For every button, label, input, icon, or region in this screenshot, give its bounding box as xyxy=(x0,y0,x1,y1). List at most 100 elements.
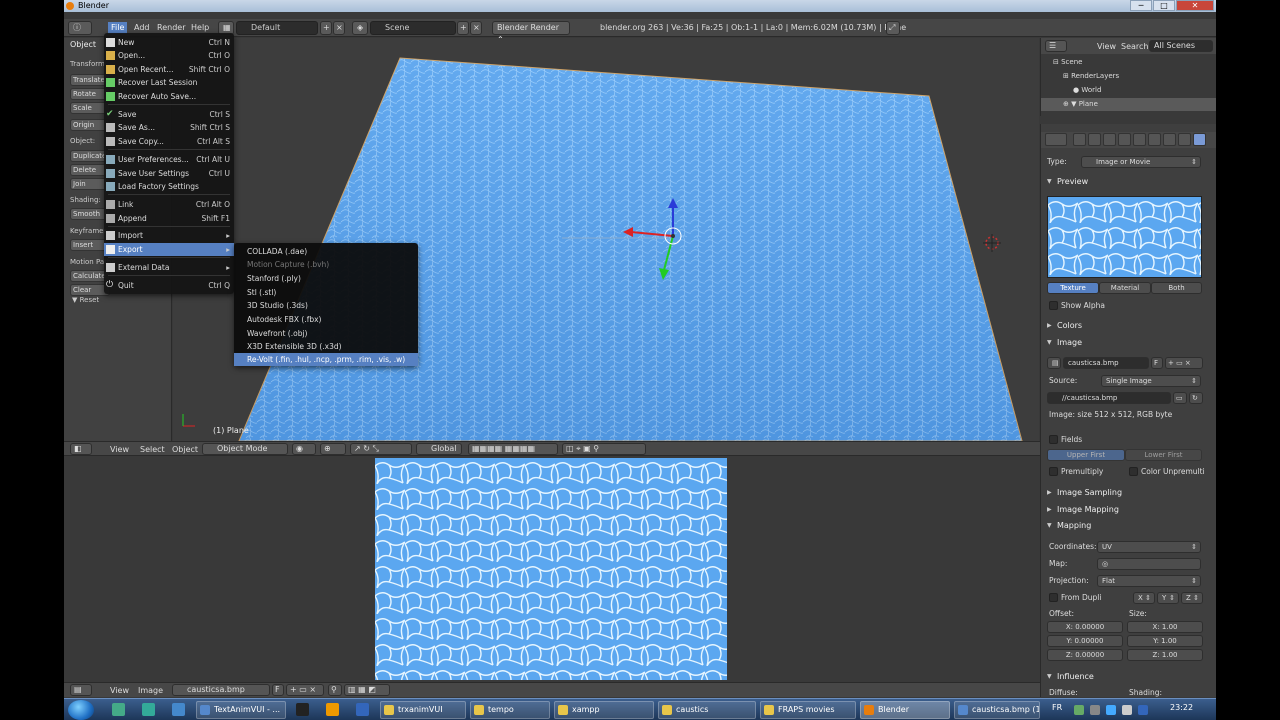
menu-import[interactable]: Import ▸ xyxy=(104,229,234,242)
view3d-editor-type-button[interactable]: ◧ xyxy=(70,443,92,455)
menu-save-user-settings[interactable]: Save User Settings Ctrl U xyxy=(104,167,234,180)
image-mapping-panel-header[interactable]: Image Mapping xyxy=(1047,504,1119,516)
export-collada[interactable]: COLLADA (.dae) xyxy=(234,245,418,258)
from-dupli-checkbox[interactable] xyxy=(1049,593,1058,602)
task-xampp[interactable]: xampp xyxy=(554,701,654,719)
coordinates-dropdown[interactable]: UV xyxy=(1097,541,1201,553)
menu-new[interactable]: New Ctrl N xyxy=(104,36,234,49)
object-mode-dropdown[interactable]: Object Mode xyxy=(202,443,288,455)
outliner-menu-search[interactable]: Search xyxy=(1121,41,1148,52)
props-editor-type-button[interactable] xyxy=(1045,133,1067,146)
source-dropdown[interactable]: Single Image xyxy=(1101,375,1201,387)
filepath-field[interactable]: //causticsa.bmp xyxy=(1047,392,1171,404)
quicklaunch-icon[interactable] xyxy=(172,703,185,716)
task-textanimvui[interactable]: TextAnimVUI - ... xyxy=(196,701,286,719)
quicklaunch-icon[interactable] xyxy=(326,703,339,716)
image-name-field[interactable]: causticsa.bmp xyxy=(172,684,270,696)
tray-icon[interactable] xyxy=(1074,705,1084,715)
quicklaunch-icon[interactable] xyxy=(112,703,125,716)
preview-panel-header[interactable]: Preview xyxy=(1047,176,1088,188)
x-axis-dropdown[interactable]: X xyxy=(1133,592,1155,604)
reload-icon[interactable]: ↻ xyxy=(1189,392,1203,404)
quicklaunch-icon[interactable] xyxy=(142,703,155,716)
menu-export[interactable]: Export ▸ xyxy=(104,243,234,256)
menu-recover-auto-save[interactable]: Recover Auto Save... xyxy=(104,90,234,103)
menu-save-copy[interactable]: Save Copy... Ctrl Alt S xyxy=(104,135,234,148)
view3d-menu-select[interactable]: Select xyxy=(140,444,165,455)
task-fraps-movies[interactable]: FRAPS movies xyxy=(760,701,856,719)
export-3ds[interactable]: 3D Studio (.3ds) xyxy=(234,299,418,312)
scene-icon[interactable]: ◈ xyxy=(352,21,368,35)
image-add-buttons[interactable]: + ▭ × xyxy=(286,684,324,696)
image-browse-button[interactable]: ▤ xyxy=(1047,357,1061,369)
outliner-row-scene[interactable]: ⊟ Scene xyxy=(1041,56,1216,69)
viewport-shading-button[interactable]: ◉ xyxy=(292,443,316,455)
preview-texture-tab[interactable]: Texture xyxy=(1047,282,1099,294)
layer-buttons[interactable]: ▦▦▦▦ ▦▦▦▦ xyxy=(468,443,558,455)
layout-add-button[interactable]: + xyxy=(320,21,332,35)
manipulator-buttons[interactable]: ↗ ↻ ⤡ xyxy=(350,443,412,455)
texture-type-dropdown[interactable]: Image or Movie xyxy=(1081,156,1201,168)
constraints-tab[interactable] xyxy=(1133,133,1146,146)
material-tab[interactable] xyxy=(1178,133,1191,146)
preview-both-tab[interactable]: Both xyxy=(1151,282,1202,294)
projection-dropdown[interactable]: Flat xyxy=(1097,575,1201,587)
offset-y-field[interactable]: Y: 0.00000 xyxy=(1047,635,1123,647)
3d-viewport[interactable]: (1) Plane xyxy=(173,38,1039,441)
tray-icon[interactable] xyxy=(1138,705,1148,715)
task-trxanimvui[interactable]: trxanimVUI xyxy=(380,701,466,719)
image-display-buttons[interactable]: ▥ ▦ ◩ xyxy=(344,684,390,696)
outliner-editor-type-button[interactable]: ☰ xyxy=(1045,40,1067,52)
clock[interactable]: 23:22 xyxy=(1170,703,1193,712)
texture-tab[interactable] xyxy=(1193,133,1206,146)
menu-link[interactable]: Link Ctrl Alt O xyxy=(104,198,234,211)
influence-panel-header[interactable]: Influence xyxy=(1047,671,1094,683)
offset-x-field[interactable]: X: 0.00000 xyxy=(1047,621,1123,633)
browse-folder-icon[interactable]: ▭ xyxy=(1173,392,1187,404)
transform-gizmo[interactable] xyxy=(613,198,683,288)
export-x3d[interactable]: X3D Extensible 3D (.x3d) xyxy=(234,340,418,353)
scene-add-button[interactable]: + xyxy=(457,21,469,35)
menu-user-preferences[interactable]: User Preferences... Ctrl Alt U xyxy=(104,153,234,166)
color-unpremultiply-checkbox[interactable] xyxy=(1129,467,1138,476)
lower-first-button[interactable]: Lower First xyxy=(1125,449,1202,461)
view3d-menu-view[interactable]: View xyxy=(110,444,129,455)
size-z-field[interactable]: Z: 1.00 xyxy=(1127,649,1203,661)
preview-material-tab[interactable]: Material xyxy=(1099,282,1151,294)
tray-icon[interactable] xyxy=(1122,705,1132,715)
reset-panel[interactable]: ▼ Reset xyxy=(72,296,99,304)
outliner-filter-dropdown[interactable]: All Scenes xyxy=(1149,40,1213,52)
layout-remove-button[interactable]: × xyxy=(333,21,345,35)
premultiply-checkbox[interactable] xyxy=(1049,467,1058,476)
menu-save-as[interactable]: Save As... Shift Ctrl S xyxy=(104,121,234,134)
scene-tab[interactable] xyxy=(1088,133,1101,146)
menu-recover-last-session[interactable]: Recover Last Session xyxy=(104,76,234,89)
render-engine-dropdown[interactable]: Blender Render ⇕ xyxy=(492,21,570,44)
language-indicator[interactable]: FR xyxy=(1052,703,1062,712)
task-caustics[interactable]: caustics xyxy=(658,701,756,719)
object-tab[interactable] xyxy=(1118,133,1131,146)
quicklaunch-icon[interactable] xyxy=(356,703,369,716)
task-tempo[interactable]: tempo xyxy=(470,701,550,719)
image-editor-type-button[interactable]: ▤ xyxy=(70,684,92,696)
layout-field[interactable]: Default xyxy=(236,21,318,35)
props-image-name-field[interactable]: causticsa.bmp xyxy=(1063,357,1149,369)
image-panel-header[interactable]: Image xyxy=(1047,337,1082,349)
menu-save[interactable]: ✔ Save Ctrl S xyxy=(104,108,234,121)
export-fbx[interactable]: Autodesk FBX (.fbx) xyxy=(234,313,418,326)
export-revolt[interactable]: Re-Volt (.fin, .hul, .ncp, .prm, .rim, .… xyxy=(234,353,418,366)
tray-icon[interactable] xyxy=(1106,705,1116,715)
task-causticsa-bmp[interactable]: causticsa.bmp (1... xyxy=(954,701,1040,719)
size-y-field[interactable]: Y: 1.00 xyxy=(1127,635,1203,647)
minimize-button[interactable]: ─ xyxy=(1130,0,1152,11)
menu-open-recent[interactable]: Open Recent... Shift Ctrl O xyxy=(104,63,234,76)
outliner-row-plane[interactable]: ⊕ ▼ Plane xyxy=(1041,98,1216,111)
outliner-row-world[interactable]: ● World xyxy=(1041,84,1216,97)
image-editor[interactable] xyxy=(64,456,1040,682)
image-pin-button[interactable]: ⚲ xyxy=(328,684,342,696)
scene-field[interactable]: Scene xyxy=(370,21,456,35)
fullscreen-button[interactable]: ⤢ xyxy=(886,21,900,35)
task-blender[interactable]: Blender xyxy=(860,701,950,719)
outliner-row-renderlayers[interactable]: ⊞ RenderLayers xyxy=(1041,70,1216,83)
map-field[interactable]: ◎ xyxy=(1097,558,1201,570)
